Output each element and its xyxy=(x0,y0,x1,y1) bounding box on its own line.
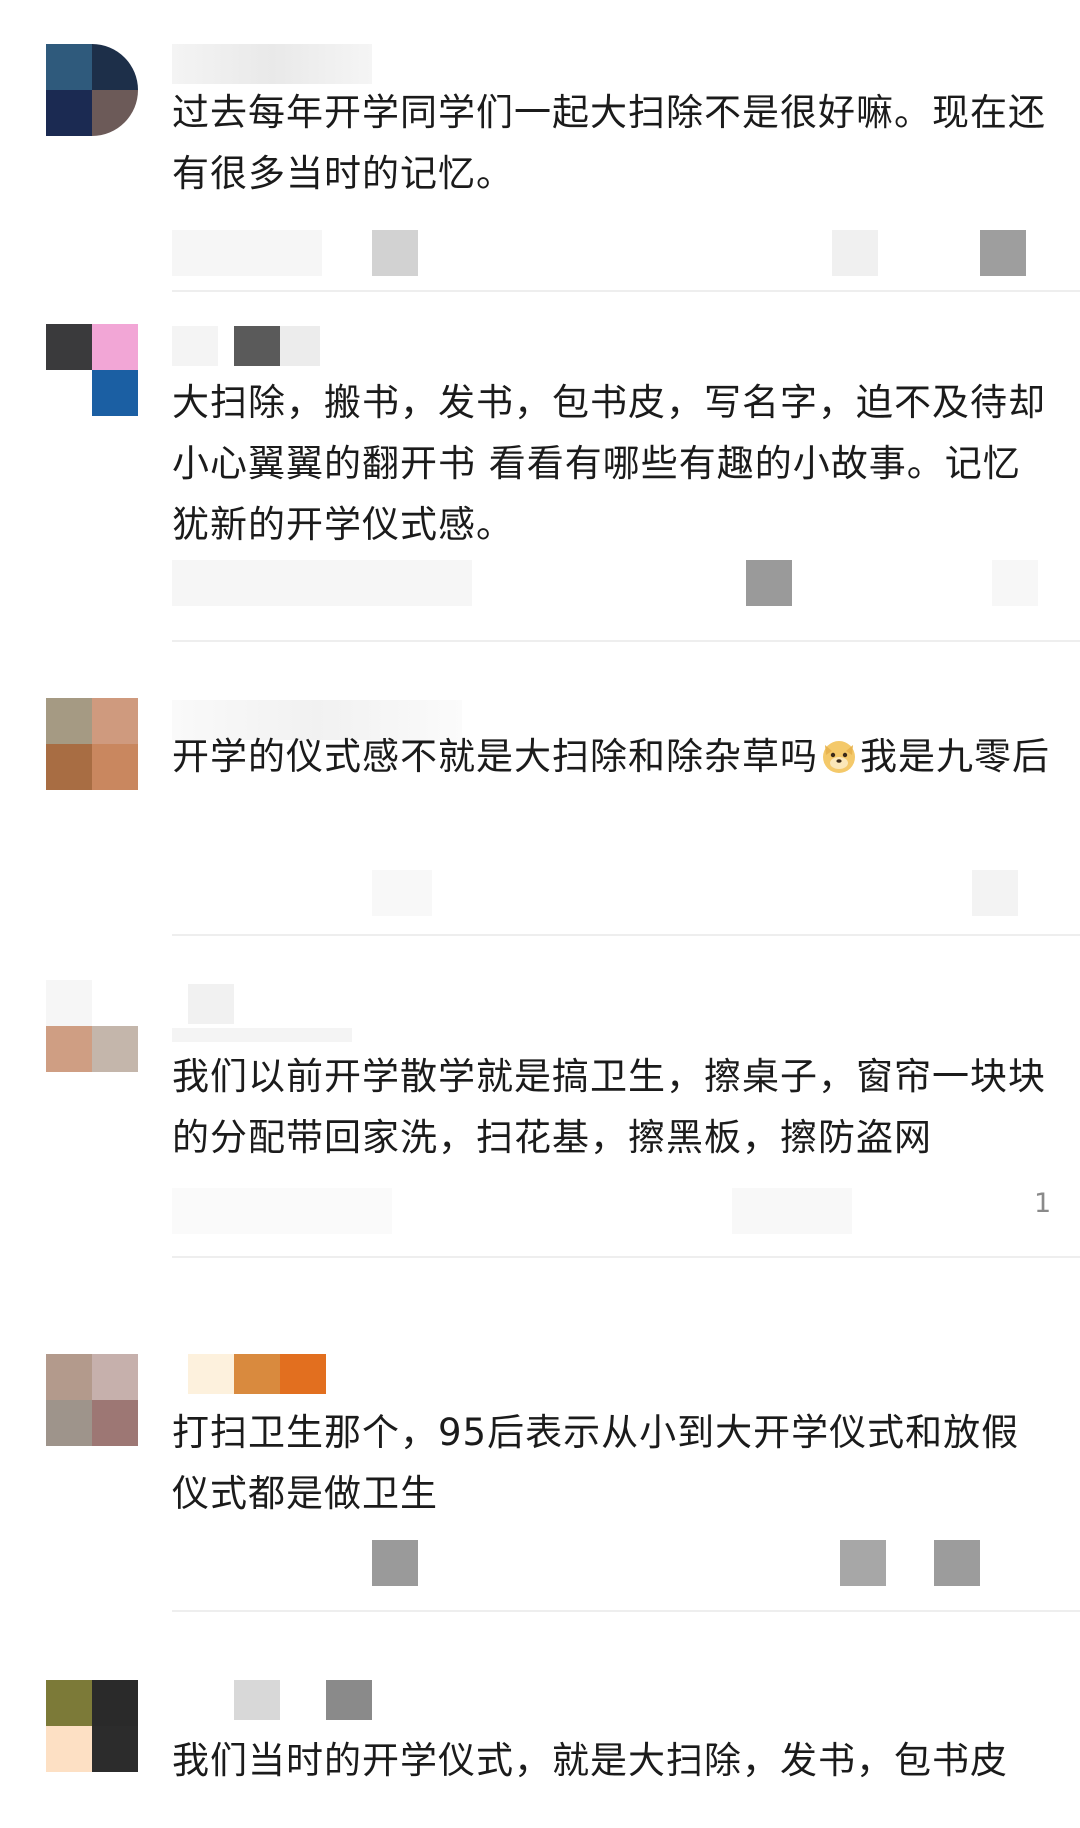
username-blurred xyxy=(172,984,502,1042)
username-blurred xyxy=(172,44,502,84)
comment-meta-blurred xyxy=(172,1540,1052,1588)
avatar-tile xyxy=(46,698,92,744)
comment-meta-blurred xyxy=(172,560,1052,608)
avatar[interactable] xyxy=(46,44,138,136)
doge-emoji-icon xyxy=(823,741,855,773)
avatar-tile xyxy=(46,980,92,1026)
comment-text: 过去每年开学同学们一起大扫除不是很好嘛。现在还有很多当时的记忆。 xyxy=(172,91,1046,195)
avatar[interactable] xyxy=(46,324,138,416)
reply-count[interactable]: 1 xyxy=(1034,1188,1051,1219)
avatar[interactable] xyxy=(46,1354,138,1446)
avatar-tile xyxy=(46,324,92,370)
avatar-tile xyxy=(46,744,92,790)
comment-text: 我们以前开学散学就是搞卫生，擦桌子，窗帘一块块的分配带回家洗，扫花基，擦黑板，擦… xyxy=(172,1055,1046,1159)
avatar-tile xyxy=(92,370,138,416)
avatar-tile xyxy=(46,1400,92,1446)
avatar-tile xyxy=(92,90,138,136)
comment-meta-blurred xyxy=(172,230,1052,278)
avatar-tile xyxy=(92,1726,138,1772)
comment-meta-blurred: 1 xyxy=(172,1188,1052,1236)
avatar-tile xyxy=(46,1680,92,1726)
avatar-tile xyxy=(92,1680,138,1726)
comment-text: 打扫卫生那个，95后表示从小到大开学仪式和放假仪式都是做卫生 xyxy=(172,1411,1020,1515)
comment-text: 开学的仪式感不就是大扫除和除杂草吗 我是九零后 xyxy=(172,726,1052,787)
divider xyxy=(172,640,1080,642)
username-blurred xyxy=(172,1680,502,1720)
comment-text-part: 开学的仪式感不就是大扫除和除杂草吗 xyxy=(172,735,818,778)
comment-meta-blurred xyxy=(172,870,1052,918)
comment-feed: 过去每年开学同学们一起大扫除不是很好嘛。现在还有很多当时的记忆。 大扫除，搬书，… xyxy=(0,0,1080,1828)
divider xyxy=(172,1256,1080,1258)
divider xyxy=(172,1610,1080,1612)
avatar-tile xyxy=(92,744,138,790)
avatar[interactable] xyxy=(46,698,138,790)
avatar-tile xyxy=(46,1026,92,1072)
avatar-tile xyxy=(92,1026,138,1072)
avatar-tile xyxy=(92,1400,138,1446)
avatar-tile xyxy=(92,1354,138,1400)
avatar-tile xyxy=(92,698,138,744)
avatar-tile xyxy=(92,44,138,90)
avatar-tile xyxy=(92,980,138,1026)
comment-text: 大扫除，搬书，发书，包书皮，写名字，迫不及待却小心翼翼的翻开书 看看有哪些有趣的… xyxy=(172,381,1046,546)
username-blurred xyxy=(172,326,502,366)
comment-text-part: 我是九零后 xyxy=(860,735,1050,778)
comment-text: 我们当时的开学仪式，就是大扫除，发书，包书皮 xyxy=(172,1739,1008,1782)
avatar-tile xyxy=(46,1354,92,1400)
username-blurred xyxy=(172,1354,502,1394)
avatar-tile xyxy=(92,324,138,370)
avatar-tile xyxy=(46,90,92,136)
avatar[interactable] xyxy=(46,1680,138,1772)
avatar-tile xyxy=(46,1726,92,1772)
avatar[interactable] xyxy=(46,980,138,1072)
divider xyxy=(172,290,1080,292)
avatar-tile xyxy=(46,370,92,416)
avatar-tile xyxy=(46,44,92,90)
divider xyxy=(172,934,1080,936)
